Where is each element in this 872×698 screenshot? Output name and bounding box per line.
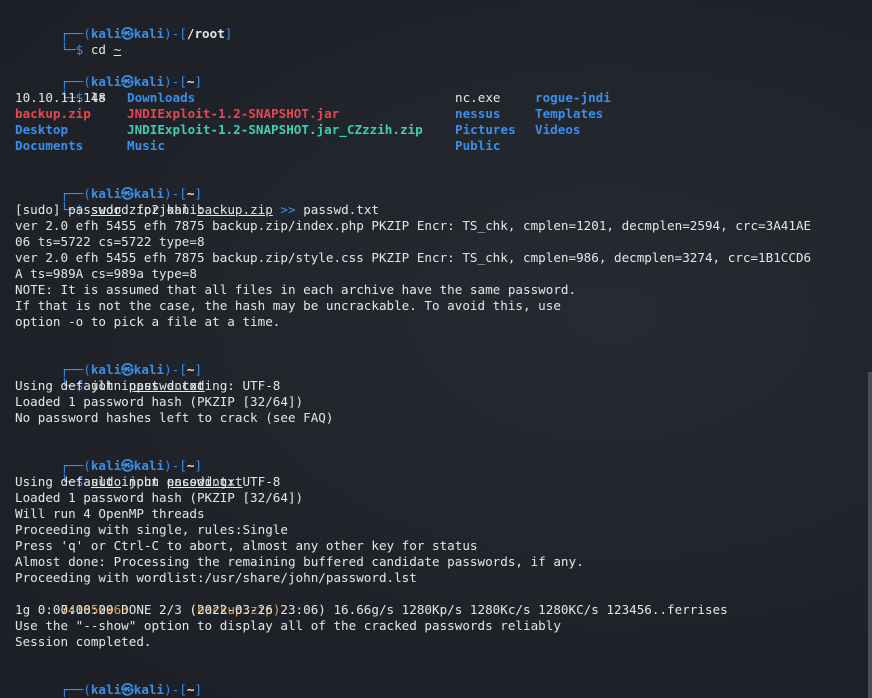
output-line: 1g 0:00:00:00 DONE 2/3 (2022-03-26 23:06… [15, 602, 728, 617]
terminal-output: ┌──(kali㉿kali)-[/root] └─$ cd ~ ┌──(kali… [15, 10, 858, 698]
redirect-operator: >> [272, 202, 304, 217]
prompt-user: kali㉿kali [90, 682, 165, 697]
output-line: option -o to pick a file at a time. [15, 314, 281, 329]
prompt-bracket: ┌──( [60, 682, 91, 697]
ls-row: backup.zip JNDIExploit-1.2-SNAPSHOT.jar … [15, 106, 858, 122]
ls-entry: nessus [455, 106, 501, 121]
ls-entry [535, 138, 635, 154]
ls-entry: JNDIExploit-1.2-SNAPSHOT.jar_CZzzih.zip [127, 122, 423, 137]
output-line: NOTE: It is assumed that all files in ea… [15, 282, 577, 297]
prompt-line: ┌──(kali㉿kali)-[~] [15, 346, 858, 377]
prompt-bracket: ] [194, 74, 203, 89]
output-line: Using default input encoding: UTF-8 [15, 378, 281, 393]
output-line: 06 ts=5722 cs=5722 type=8 [15, 234, 205, 249]
ls-entry: Public [455, 138, 501, 153]
prompt-bracket: )-[ [164, 458, 187, 473]
output-line: Using default input encoding: UTF-8 [15, 474, 281, 489]
prompt-line: ┌──(kali㉿kali)-[~] [15, 58, 858, 89]
prompt-bracket: ┌──( [60, 458, 91, 473]
prompt-bracket: )-[ [164, 682, 187, 697]
prompt-line: ┌──(kali㉿kali)-[~] [15, 442, 858, 473]
output-line: Use the "--show" option to display all o… [15, 618, 561, 633]
ls-row: 10.10.11.148 Downloads nc.exe rogue-jndi [15, 90, 858, 106]
ls-entry: Desktop [15, 122, 69, 137]
ls-entry: Videos [535, 122, 581, 137]
prompt-path: /root [186, 26, 225, 41]
output-line: [sudo] password for kali: [15, 202, 205, 217]
prompt-bracket: ┌──( [60, 362, 91, 377]
ls-entry: Templates [535, 106, 604, 121]
prompt-bracket: )-[ [164, 26, 187, 41]
prompt-bracket: ] [194, 186, 203, 201]
cracked-password-line: 741852963 (backup.zip) [15, 586, 858, 617]
prompt-symbol: └─$ [60, 42, 91, 57]
output-line: Press 'q' or Ctrl-C to abort, almost any… [15, 538, 478, 553]
prompt-bracket: ┌──( [60, 26, 91, 41]
prompt-bracket: ] [224, 26, 233, 41]
prompt-bracket: ] [194, 458, 203, 473]
ls-row: Desktop JNDIExploit-1.2-SNAPSHOT.jar_CZz… [15, 122, 858, 138]
output-line: If that is not the case, the hash may be… [15, 298, 561, 313]
command-arg: passwd.txt [303, 202, 380, 217]
output-line: ver 2.0 efh 5455 efh 7875 backup.zip/sty… [15, 250, 812, 265]
ls-entry: rogue-jndi [535, 90, 611, 105]
prompt-bracket: ] [194, 362, 203, 377]
prompt-line: ┌──(kali㉿kali)-[~] [15, 170, 858, 201]
command-arg: backup.zip [197, 202, 273, 217]
output-line: A ts=989A cs=989a type=8 [15, 266, 197, 281]
terminal-window[interactable]: ┌──(kali㉿kali)-[/root] └─$ cd ~ ┌──(kali… [0, 0, 872, 698]
prompt-bracket: ] [194, 682, 203, 697]
output-line: Proceeding with wordlist:/usr/share/john… [15, 570, 417, 585]
prompt-bracket: ┌──( [60, 186, 91, 201]
prompt-user: kali㉿kali [90, 362, 165, 377]
prompt-user: kali㉿kali [90, 186, 165, 201]
ls-entry: Pictures [455, 122, 516, 137]
prompt-line: ┌──(kali㉿kali)-[/root] [15, 10, 858, 41]
prompt-user: kali㉿kali [90, 26, 165, 41]
ls-entry: Documents [15, 138, 84, 153]
output-line: Loaded 1 password hash (PKZIP [32/64]) [15, 394, 304, 409]
ls-row: Documents Music Public [15, 138, 858, 154]
output-line: Session completed. [15, 634, 152, 649]
ls-entry: Music [127, 138, 165, 153]
output-line: Proceeding with single, rules:Single [15, 522, 288, 537]
prompt-bracket: ┌──( [60, 74, 91, 89]
ls-entry: Downloads [127, 90, 196, 105]
scrollbar[interactable] [868, 372, 872, 698]
prompt-bracket: )-[ [164, 74, 187, 89]
prompt-user: kali㉿kali [90, 74, 165, 89]
command-name: cd [90, 42, 107, 57]
ls-entry: backup.zip [15, 106, 91, 121]
prompt-line: ┌──(kali㉿kali)-[~] [15, 666, 858, 697]
output-line: Loaded 1 password hash (PKZIP [32/64]) [15, 490, 304, 505]
prompt-bracket: )-[ [164, 186, 187, 201]
prompt-bracket: )-[ [164, 362, 187, 377]
ls-entry: JNDIExploit-1.2-SNAPSHOT.jar [127, 106, 340, 121]
command-arg: ~ [113, 42, 122, 57]
ls-entry: nc.exe [455, 90, 501, 105]
prompt-user: kali㉿kali [90, 458, 165, 473]
output-line: ver 2.0 efh 5455 efh 7875 backup.zip/ind… [15, 218, 812, 233]
ls-entry: 10.10.11.148 [15, 90, 106, 105]
output-line: Almost done: Processing the remaining bu… [15, 554, 584, 569]
output-line: Will run 4 OpenMP threads [15, 506, 205, 521]
output-line: No password hashes left to crack (see FA… [15, 410, 334, 425]
